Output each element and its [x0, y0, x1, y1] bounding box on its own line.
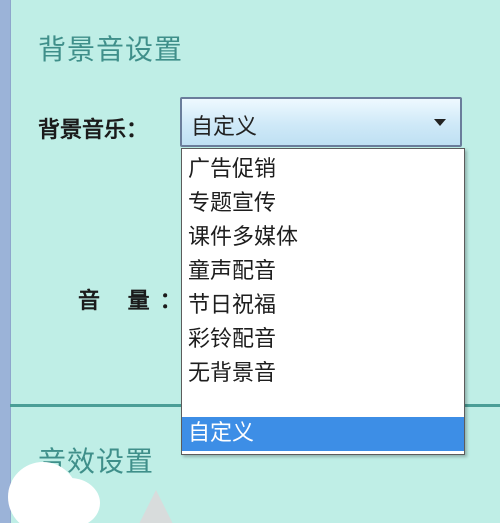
- dropdown-option[interactable]: 无背景音: [182, 357, 464, 391]
- background-music-label: 背景音乐：: [38, 118, 149, 143]
- dropdown-option[interactable]: 童声配音: [182, 255, 464, 289]
- volume-label: 音 量：: [78, 289, 192, 314]
- dropdown-option[interactable]: 课件多媒体: [182, 221, 464, 255]
- background-music-dropdown-list[interactable]: 广告促销 专题宣传 课件多媒体 童声配音 节日祝福 彩铃配音 无背景音 自定义: [181, 148, 465, 455]
- dropdown-option[interactable]: 彩铃配音: [182, 323, 464, 357]
- dropdown-option[interactable]: 广告促销: [182, 153, 464, 187]
- background-sound-heading: 背景音设置: [38, 33, 184, 66]
- left-panel-edge: [0, 0, 11, 523]
- cloud-decoration: [40, 478, 100, 523]
- dropdown-option-selected[interactable]: 自定义: [182, 417, 464, 451]
- background-music-select[interactable]: 自定义: [180, 97, 462, 147]
- dropdown-option[interactable]: 节日祝福: [182, 289, 464, 323]
- triangle-down-icon[interactable]: [434, 119, 446, 126]
- dropdown-option[interactable]: 专题宣传: [182, 187, 464, 221]
- mountain-decoration: [136, 490, 176, 523]
- background-music-select-value: 自定义: [191, 115, 258, 140]
